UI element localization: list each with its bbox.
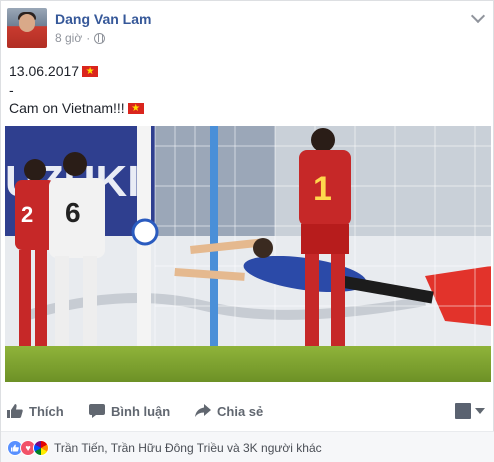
reactions-summary[interactable]: ♥ Trần Tiến, Trần Hữu Đông Triều và 3K n… — [1, 431, 494, 462]
post-time[interactable]: 8 giờ — [55, 31, 82, 45]
pride-icon — [33, 439, 49, 456]
reaction-names[interactable]: Trần Tiến, Trần Hữu Đông Triều và 3K ngư… — [54, 441, 322, 455]
post-meta: 8 giờ · — [55, 31, 106, 45]
football — [131, 218, 159, 246]
jersey-number: 2 — [21, 202, 33, 227]
facebook-post: Dang Van Lam 8 giờ · 13.06.2017 - Cam on… — [0, 0, 494, 462]
viewer-switch[interactable] — [455, 403, 485, 419]
post-text-line: 13.06.2017 — [9, 62, 99, 81]
caret-down-icon — [475, 408, 485, 414]
share-icon — [195, 404, 211, 417]
author-avatar[interactable] — [7, 8, 47, 48]
comment-label: Bình luận — [111, 403, 171, 419]
thumbs-up-icon — [7, 404, 23, 418]
post-text-line: - — [9, 82, 14, 98]
post-text-line: Cam on Vietnam!!! — [9, 99, 144, 118]
jersey-number: 6 — [65, 197, 81, 228]
globe-icon[interactable] — [94, 32, 106, 44]
post-date-text: 13.06.2017 — [9, 63, 80, 79]
page-avatar-icon — [455, 403, 471, 419]
share-label: Chia sẻ — [217, 403, 264, 419]
chevron-down-icon[interactable] — [470, 8, 486, 24]
like-button[interactable]: Thích — [7, 397, 64, 425]
like-label: Thích — [29, 403, 64, 419]
vietnam-flag-icon — [82, 63, 99, 81]
post-photo[interactable]: UZUKI — [5, 126, 491, 382]
author-name[interactable]: Dang Van Lam — [55, 11, 151, 27]
post-message-text: Cam on Vietnam!!! — [9, 100, 125, 116]
vietnam-flag-icon — [127, 100, 144, 118]
jersey-number: 1 — [313, 170, 332, 208]
comment-button[interactable]: Bình luận — [89, 397, 170, 425]
football-match-photo: UZUKI — [5, 126, 491, 382]
share-button[interactable]: Chia sẻ — [195, 397, 263, 425]
action-bar: Thích Bình luận Chia sẻ — [1, 397, 494, 425]
avatar-face — [19, 14, 35, 32]
comment-icon — [89, 404, 105, 418]
